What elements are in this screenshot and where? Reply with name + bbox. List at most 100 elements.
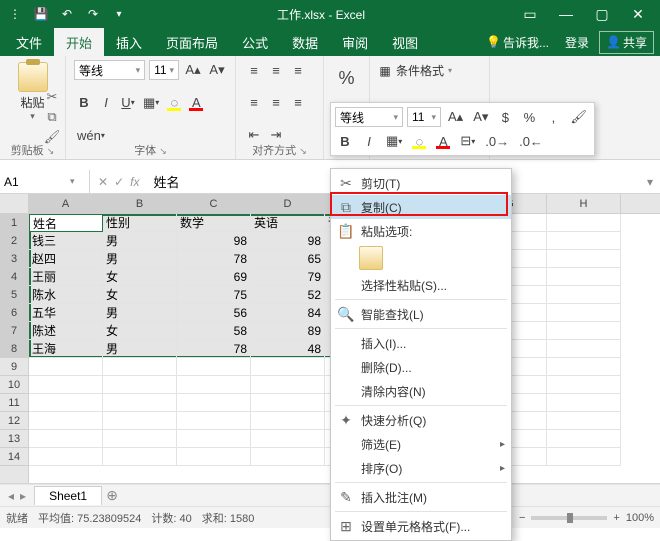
add-sheet-icon[interactable]: ⊕: [102, 487, 122, 504]
cell[interactable]: [547, 340, 621, 358]
cell[interactable]: 陈水: [29, 286, 103, 304]
cell[interactable]: 女: [103, 268, 177, 286]
row-header[interactable]: 5: [0, 286, 28, 304]
cm-sort[interactable]: 排序(O)▸: [331, 456, 511, 480]
column-header[interactable]: A: [29, 194, 103, 213]
mini-merge-icon[interactable]: ⊟▾: [457, 131, 478, 151]
select-all-corner[interactable]: [0, 194, 28, 214]
mini-format-painter-icon[interactable]: 🖌: [567, 107, 590, 127]
login-button[interactable]: 登录: [559, 34, 595, 51]
font-size-select[interactable]: 11▾: [149, 60, 179, 80]
zoom-out-icon[interactable]: −: [519, 512, 525, 524]
cell[interactable]: 女: [103, 322, 177, 340]
align-left-icon[interactable]: ≡: [244, 93, 264, 113]
cm-copy[interactable]: ⧉复制(C): [331, 195, 511, 219]
cell[interactable]: [547, 358, 621, 376]
mini-increase-font-icon[interactable]: A▴: [445, 107, 466, 127]
cell[interactable]: 钱三: [29, 232, 103, 250]
cell[interactable]: 英语: [251, 214, 325, 232]
cell[interactable]: 赵四: [29, 250, 103, 268]
cell[interactable]: 女: [103, 286, 177, 304]
cm-filter[interactable]: 筛选(E)▸: [331, 432, 511, 456]
cell[interactable]: [547, 304, 621, 322]
cell[interactable]: [547, 214, 621, 232]
name-box[interactable]: ▾: [0, 170, 90, 193]
cell[interactable]: 男: [103, 340, 177, 358]
cell[interactable]: 89: [251, 322, 325, 340]
cell[interactable]: [103, 430, 177, 448]
qat-dropdown-icon[interactable]: ▾: [108, 3, 130, 25]
row-header[interactable]: 10: [0, 376, 28, 394]
align-middle-icon[interactable]: ≡: [266, 60, 286, 80]
cell[interactable]: [547, 430, 621, 448]
bold-button[interactable]: B: [74, 93, 94, 113]
active-cell[interactable]: 姓名: [29, 214, 103, 232]
cancel-formula-icon[interactable]: ✕: [98, 175, 108, 189]
decrease-font-icon[interactable]: A▾: [207, 60, 227, 80]
mini-font-size-select[interactable]: 11▾: [407, 107, 441, 127]
column-header[interactable]: C: [177, 194, 251, 213]
cell[interactable]: [29, 448, 103, 466]
cell[interactable]: [547, 448, 621, 466]
cell[interactable]: [103, 376, 177, 394]
cell[interactable]: [177, 358, 251, 376]
system-menu-icon[interactable]: ⋮: [4, 3, 26, 25]
tab-view[interactable]: 视图: [380, 28, 430, 56]
cm-insert[interactable]: 插入(I)...: [331, 331, 511, 355]
increase-font-icon[interactable]: A▴: [183, 60, 203, 80]
chevron-down-icon[interactable]: ▾: [70, 176, 75, 187]
cell[interactable]: 98: [177, 232, 251, 250]
tab-file[interactable]: 文件: [4, 28, 54, 56]
cell[interactable]: [251, 394, 325, 412]
align-top-icon[interactable]: ≡: [244, 60, 264, 80]
mini-italic-button[interactable]: I: [359, 131, 379, 151]
mini-fill-color-button[interactable]: ◌: [409, 131, 429, 151]
mini-font-color-button[interactable]: A: [433, 131, 453, 151]
column-header[interactable]: B: [103, 194, 177, 213]
sheet-tab[interactable]: Sheet1: [34, 486, 102, 505]
cell[interactable]: [251, 412, 325, 430]
cell[interactable]: 98: [251, 232, 325, 250]
mini-percent-icon[interactable]: %: [519, 107, 539, 127]
fill-color-button[interactable]: ◌: [164, 93, 184, 113]
italic-button[interactable]: I: [96, 93, 116, 113]
close-icon[interactable]: ✕: [620, 4, 656, 24]
tab-page-layout[interactable]: 页面布局: [154, 28, 230, 56]
border-button[interactable]: ▦ ▾: [140, 93, 162, 113]
undo-icon[interactable]: ↶: [56, 3, 78, 25]
sheet-nav-prev-icon[interactable]: ◂: [8, 489, 14, 503]
cell[interactable]: [177, 376, 251, 394]
cm-quick-analysis[interactable]: ✦快速分析(Q): [331, 408, 511, 432]
cm-cut[interactable]: ✂剪切(T): [331, 171, 511, 195]
underline-button[interactable]: U ▾: [118, 93, 138, 113]
cell[interactable]: 男: [103, 250, 177, 268]
row-header[interactable]: 9: [0, 358, 28, 376]
share-button[interactable]: 👤共享: [599, 31, 654, 54]
mini-increase-decimal-icon[interactable]: .0→: [482, 131, 512, 151]
cell[interactable]: [103, 448, 177, 466]
cell[interactable]: [547, 394, 621, 412]
row-header[interactable]: 8: [0, 340, 28, 358]
cell[interactable]: 数学: [177, 214, 251, 232]
sheet-nav-next-icon[interactable]: ▸: [20, 489, 26, 503]
cell[interactable]: [547, 250, 621, 268]
cell[interactable]: 性别: [103, 214, 177, 232]
cell[interactable]: [177, 430, 251, 448]
cell[interactable]: 男: [103, 232, 177, 250]
cell[interactable]: 王海: [29, 340, 103, 358]
cm-smart-lookup[interactable]: 🔍智能查找(L): [331, 302, 511, 326]
cm-format-cells[interactable]: ⊞设置单元格格式(F)...: [331, 514, 511, 538]
column-header[interactable]: H: [547, 194, 621, 213]
cell[interactable]: [103, 358, 177, 376]
cell[interactable]: [103, 412, 177, 430]
tab-home[interactable]: 开始: [54, 28, 104, 56]
column-header[interactable]: D: [251, 194, 325, 213]
save-icon[interactable]: 💾: [30, 3, 52, 25]
cm-insert-comment[interactable]: ✎插入批注(M): [331, 485, 511, 509]
row-header[interactable]: 12: [0, 412, 28, 430]
cell[interactable]: 56: [177, 304, 251, 322]
dialog-launcher-icon[interactable]: ↘: [47, 146, 55, 156]
cell[interactable]: [547, 412, 621, 430]
row-header[interactable]: 14: [0, 448, 28, 466]
tell-me[interactable]: 💡告诉我...: [480, 34, 555, 51]
